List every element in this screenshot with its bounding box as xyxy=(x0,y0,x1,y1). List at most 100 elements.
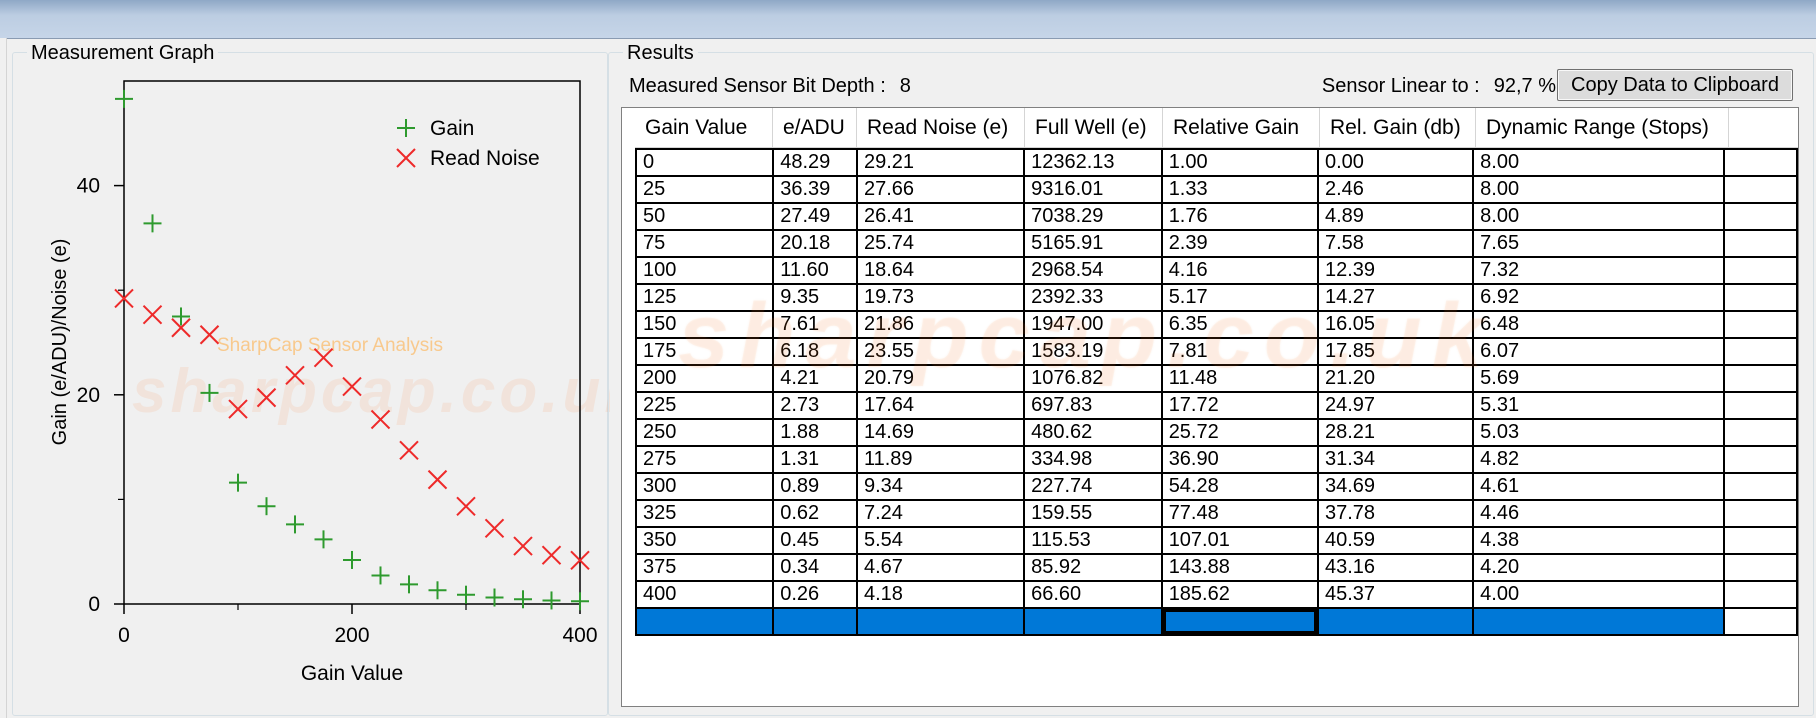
new-row-selected[interactable] xyxy=(634,607,1798,636)
table-cell[interactable]: 0.00 xyxy=(1316,148,1475,177)
table-cell[interactable]: 9.34 xyxy=(855,472,1026,501)
table-cell[interactable]: 5.69 xyxy=(1472,364,1726,393)
table-row[interactable]: 200 4.21 20.79 1076.82 11.48 21.20 5.69 xyxy=(634,364,1798,393)
table-cell[interactable]: 8.00 xyxy=(1472,175,1726,204)
table-cell[interactable]: 25.72 xyxy=(1160,418,1319,447)
table-cell[interactable]: 36.39 xyxy=(772,175,858,204)
table-cell[interactable]: 480.62 xyxy=(1023,418,1163,447)
table-cell[interactable]: 1076.82 xyxy=(1023,364,1163,393)
table-row[interactable]: 300 0.89 9.34 227.74 54.28 34.69 4.61 xyxy=(634,472,1798,501)
table-cell[interactable]: 19.73 xyxy=(855,283,1026,312)
table-cell[interactable]: 0 xyxy=(634,148,775,177)
table-cell[interactable]: 75 xyxy=(634,229,775,258)
table-cell[interactable]: 334.98 xyxy=(1023,445,1163,474)
table-row[interactable]: 75 20.18 25.74 5165.91 2.39 7.58 7.65 xyxy=(634,229,1798,258)
table-cell[interactable]: 20.18 xyxy=(772,229,858,258)
table-cell[interactable]: 6.18 xyxy=(772,337,858,366)
table-cell[interactable]: 17.64 xyxy=(855,391,1026,420)
table-row[interactable]: 275 1.31 11.89 334.98 36.90 31.34 4.82 xyxy=(634,445,1798,474)
table-cell[interactable]: 4.18 xyxy=(855,580,1026,609)
table-cell[interactable]: 7.61 xyxy=(772,310,858,339)
table-cell[interactable]: 0.89 xyxy=(772,472,858,501)
table-cell[interactable]: 0.45 xyxy=(772,526,858,555)
new-row-cell[interactable] xyxy=(772,607,858,636)
table-cell[interactable]: 115.53 xyxy=(1023,526,1163,555)
table-cell[interactable]: 25 xyxy=(634,175,775,204)
table-cell[interactable]: 8.00 xyxy=(1472,202,1726,231)
table-cell[interactable]: 24.97 xyxy=(1316,391,1475,420)
table-cell[interactable]: 9.35 xyxy=(772,283,858,312)
table-cell[interactable]: 21.20 xyxy=(1316,364,1475,393)
table-cell[interactable]: 23.55 xyxy=(855,337,1026,366)
table-cell[interactable]: 1.33 xyxy=(1160,175,1319,204)
table-cell[interactable]: 275 xyxy=(634,445,775,474)
new-row-cell[interactable] xyxy=(1472,607,1726,636)
table-cell[interactable]: 225 xyxy=(634,391,775,420)
table-cell[interactable]: 200 xyxy=(634,364,775,393)
table-cell[interactable]: 28.21 xyxy=(1316,418,1475,447)
table-cell[interactable]: 4.89 xyxy=(1316,202,1475,231)
table-row[interactable]: 125 9.35 19.73 2392.33 5.17 14.27 6.92 xyxy=(634,283,1798,312)
table-cell[interactable]: 17.85 xyxy=(1316,337,1475,366)
table-cell[interactable]: 4.46 xyxy=(1472,499,1726,528)
column-header[interactable]: Relative Gain xyxy=(1163,108,1320,148)
table-cell[interactable]: 50 xyxy=(634,202,775,231)
new-row-cell[interactable] xyxy=(634,607,775,636)
table-cell[interactable]: 5.31 xyxy=(1472,391,1726,420)
focused-cell[interactable] xyxy=(1160,607,1319,636)
table-cell[interactable]: 4.16 xyxy=(1160,256,1319,285)
table-cell[interactable]: 250 xyxy=(634,418,775,447)
table-cell[interactable]: 1947.00 xyxy=(1023,310,1163,339)
table-cell[interactable]: 27.49 xyxy=(772,202,858,231)
table-cell[interactable]: 4.00 xyxy=(1472,580,1726,609)
column-header[interactable]: Read Noise (e) xyxy=(857,108,1025,148)
results-grid[interactable]: Gain Value e/ADU Read Noise (e) Full Well (… xyxy=(621,107,1799,707)
table-cell[interactable]: 7.24 xyxy=(855,499,1026,528)
table-cell[interactable]: 5.17 xyxy=(1160,283,1319,312)
table-cell[interactable]: 6.35 xyxy=(1160,310,1319,339)
table-cell[interactable]: 697.83 xyxy=(1023,391,1163,420)
table-cell[interactable]: 5165.91 xyxy=(1023,229,1163,258)
table-cell[interactable]: 40.59 xyxy=(1316,526,1475,555)
table-cell[interactable]: 37.78 xyxy=(1316,499,1475,528)
results-table[interactable]: 0 48.29 29.21 12362.13 1.00 0.00 8.00 25 36.39 27… xyxy=(634,148,1798,636)
table-cell[interactable]: 77.48 xyxy=(1160,499,1319,528)
column-header[interactable]: Gain Value xyxy=(635,108,773,148)
table-cell[interactable]: 4.21 xyxy=(772,364,858,393)
table-cell[interactable]: 4.20 xyxy=(1472,553,1726,582)
table-row[interactable]: 250 1.88 14.69 480.62 25.72 28.21 5.03 xyxy=(634,418,1798,447)
table-cell[interactable]: 1583.19 xyxy=(1023,337,1163,366)
table-cell[interactable]: 0.62 xyxy=(772,499,858,528)
table-cell[interactable]: 150 xyxy=(634,310,775,339)
table-cell[interactable]: 2.46 xyxy=(1316,175,1475,204)
table-row[interactable]: 25 36.39 27.66 9316.01 1.33 2.46 8.00 xyxy=(634,175,1798,204)
table-row[interactable]: 150 7.61 21.86 1947.00 6.35 16.05 6.48 xyxy=(634,310,1798,339)
table-cell[interactable]: 185.62 xyxy=(1160,580,1319,609)
table-cell[interactable]: 2968.54 xyxy=(1023,256,1163,285)
table-row[interactable]: 50 27.49 26.41 7038.29 1.76 4.89 8.00 xyxy=(634,202,1798,231)
table-cell[interactable]: 45.37 xyxy=(1316,580,1475,609)
new-row-cell[interactable] xyxy=(1316,607,1475,636)
table-cell[interactable]: 2.39 xyxy=(1160,229,1319,258)
table-cell[interactable]: 2.73 xyxy=(772,391,858,420)
table-cell[interactable]: 7.81 xyxy=(1160,337,1319,366)
table-row[interactable]: 100 11.60 18.64 2968.54 4.16 12.39 7.32 xyxy=(634,256,1798,285)
table-cell[interactable]: 20.79 xyxy=(855,364,1026,393)
table-cell[interactable]: 1.00 xyxy=(1160,148,1319,177)
table-row[interactable]: 350 0.45 5.54 115.53 107.01 40.59 4.38 xyxy=(634,526,1798,555)
table-cell[interactable]: 18.64 xyxy=(855,256,1026,285)
column-header[interactable]: Dynamic Range (Stops) xyxy=(1476,108,1729,148)
table-cell[interactable]: 12.39 xyxy=(1316,256,1475,285)
table-cell[interactable]: 26.41 xyxy=(855,202,1026,231)
table-cell[interactable]: 7.58 xyxy=(1316,229,1475,258)
table-cell[interactable]: 43.16 xyxy=(1316,553,1475,582)
table-cell[interactable]: 227.74 xyxy=(1023,472,1163,501)
table-cell[interactable]: 5.03 xyxy=(1472,418,1726,447)
table-cell[interactable]: 7.65 xyxy=(1472,229,1726,258)
table-cell[interactable]: 6.48 xyxy=(1472,310,1726,339)
table-cell[interactable]: 375 xyxy=(634,553,775,582)
table-cell[interactable]: 16.05 xyxy=(1316,310,1475,339)
table-cell[interactable]: 1.88 xyxy=(772,418,858,447)
table-cell[interactable]: 34.69 xyxy=(1316,472,1475,501)
table-cell[interactable]: 14.69 xyxy=(855,418,1026,447)
